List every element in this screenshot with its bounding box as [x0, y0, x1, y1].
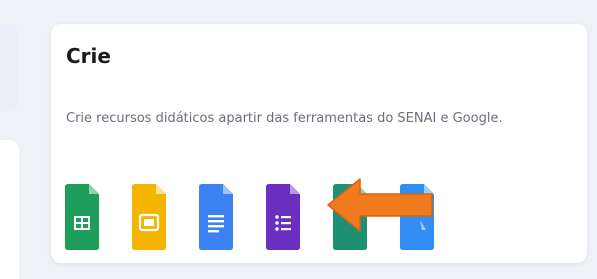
create-card: Crie Crie recursos didáticos apartir das…	[51, 24, 587, 263]
card-title: Crie	[66, 44, 111, 68]
google-sheets-button[interactable]	[65, 184, 99, 250]
google-docs-icon	[199, 184, 233, 250]
google-slides-icon	[132, 184, 166, 250]
card-description: Crie recursos didáticos apartir das ferr…	[66, 111, 503, 126]
google-docs-button[interactable]	[199, 184, 233, 250]
left-panel	[0, 24, 19, 111]
pointer-arrow-icon	[327, 178, 433, 232]
left-panel-card	[0, 140, 19, 279]
google-slides-button[interactable]	[132, 184, 166, 250]
google-sheets-icon	[65, 184, 99, 250]
google-forms-button[interactable]	[266, 184, 300, 250]
tool-icons	[65, 184, 585, 250]
google-forms-icon	[266, 184, 300, 250]
